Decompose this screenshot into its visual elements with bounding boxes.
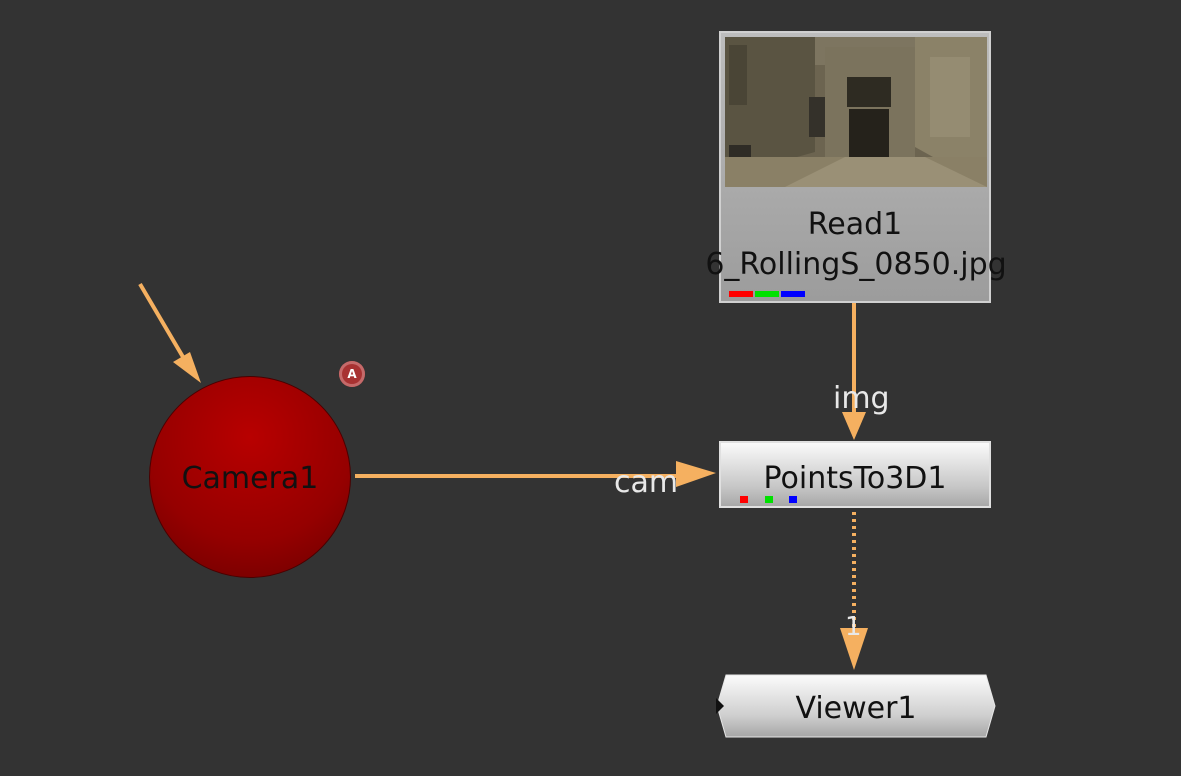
pointsto3d-node[interactable]: PointsTo3D1	[719, 441, 991, 508]
read-node-filename: 6_RollingS_0850.jpg	[705, 247, 1007, 282]
node-graph-canvas[interactable]: Read1 6_RollingS_0850.jpg img cam 1 Poin…	[0, 0, 1181, 776]
pointsto3d-node-title: PointsTo3D1	[763, 461, 947, 496]
viewer-node-title: Viewer1	[795, 691, 917, 726]
cam-arrowhead	[676, 461, 716, 487]
blue-channel-indicator	[789, 496, 797, 503]
camera-node-title: Camera1	[181, 461, 319, 496]
read-thumbnail	[725, 37, 987, 187]
green-channel-indicator	[755, 291, 779, 297]
img-input-label: img	[833, 381, 890, 416]
edge-layer	[138, 282, 868, 670]
viewer-input-label: 1	[845, 612, 862, 642]
camera-node[interactable]: Camera1	[149, 376, 351, 578]
viewer-node[interactable]: Viewer1	[716, 674, 996, 738]
green-channel-indicator	[765, 496, 773, 503]
red-channel-indicator	[729, 291, 753, 297]
thumbnail-image	[725, 37, 987, 187]
camera-input-arrowhead	[173, 352, 201, 383]
read-node[interactable]: Read1 6_RollingS_0850.jpg	[705, 31, 1007, 303]
cam-input-label: cam	[614, 465, 679, 500]
red-channel-indicator	[740, 496, 748, 503]
img-arrowhead	[842, 412, 866, 440]
alert-badge-icon: A	[339, 361, 365, 387]
read-node-title: Read1	[807, 207, 903, 242]
blue-channel-indicator	[781, 291, 805, 297]
